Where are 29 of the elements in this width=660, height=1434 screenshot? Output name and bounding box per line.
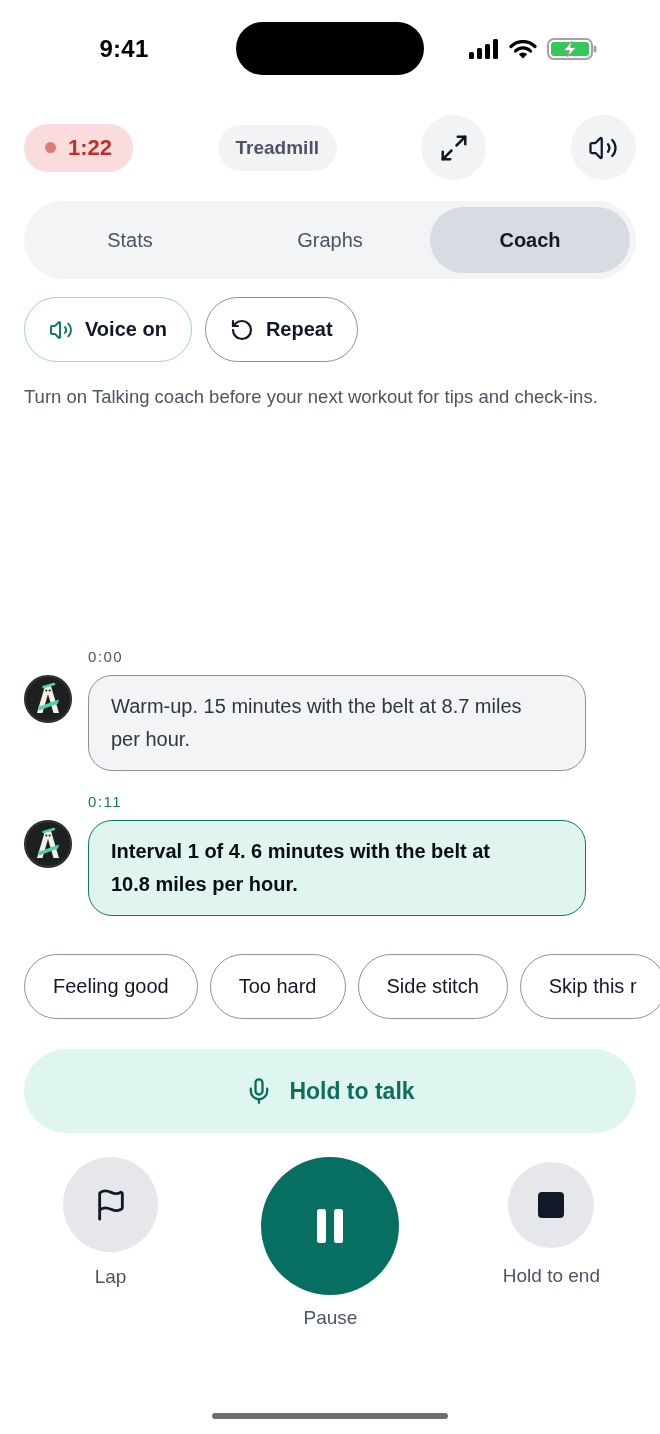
tab[interactable]: Coach	[430, 207, 630, 273]
tab[interactable]: Graphs	[230, 207, 430, 273]
quick-reply-chip[interactable]: Side stitch	[357, 954, 508, 1019]
clock-time: 9:41	[99, 34, 149, 63]
message-bubble: Warm-up. 15 minutes with the belt at 8.7 miles per hour.	[88, 675, 586, 771]
quick-reply-chip[interactable]: Skip this r	[519, 954, 660, 1019]
pause-icon	[317, 1209, 344, 1243]
equipment-pill: Treadmill	[217, 124, 337, 171]
stop-icon	[538, 1192, 565, 1218]
mascot-avatar-icon	[24, 675, 72, 723]
elapsed-time: 1:22	[67, 134, 112, 161]
message-time: 0:11	[88, 792, 123, 812]
end-label: Hold to end	[502, 1265, 600, 1287]
battery-charging-icon	[547, 37, 597, 60]
quick-reply-chip[interactable]: Feeling good	[24, 954, 198, 1019]
lap-label: Lap	[94, 1266, 127, 1288]
message-bubble: Interval 1 of 4. 6 minutes with the belt at 10.8 miles per hour.	[88, 820, 586, 916]
signal-icon	[469, 38, 499, 59]
message-time: 0:00	[88, 647, 124, 667]
hold-to-talk-button[interactable]: Hold to talk	[24, 1049, 636, 1133]
repeat-button[interactable]: Repeat	[204, 297, 358, 362]
mascot-avatar-icon	[24, 820, 72, 868]
wifi-icon	[509, 38, 537, 59]
pause-label: Pause	[303, 1307, 358, 1329]
repeat-icon	[229, 317, 254, 342]
voice-toggle[interactable]: Voice on	[24, 297, 192, 362]
hint-text: Turn on Talking coach before your next workout for tips and check-ins.	[24, 385, 599, 409]
tab[interactable]: Stats	[30, 207, 230, 273]
quick-reply-chip[interactable]: Too hard	[209, 954, 346, 1019]
